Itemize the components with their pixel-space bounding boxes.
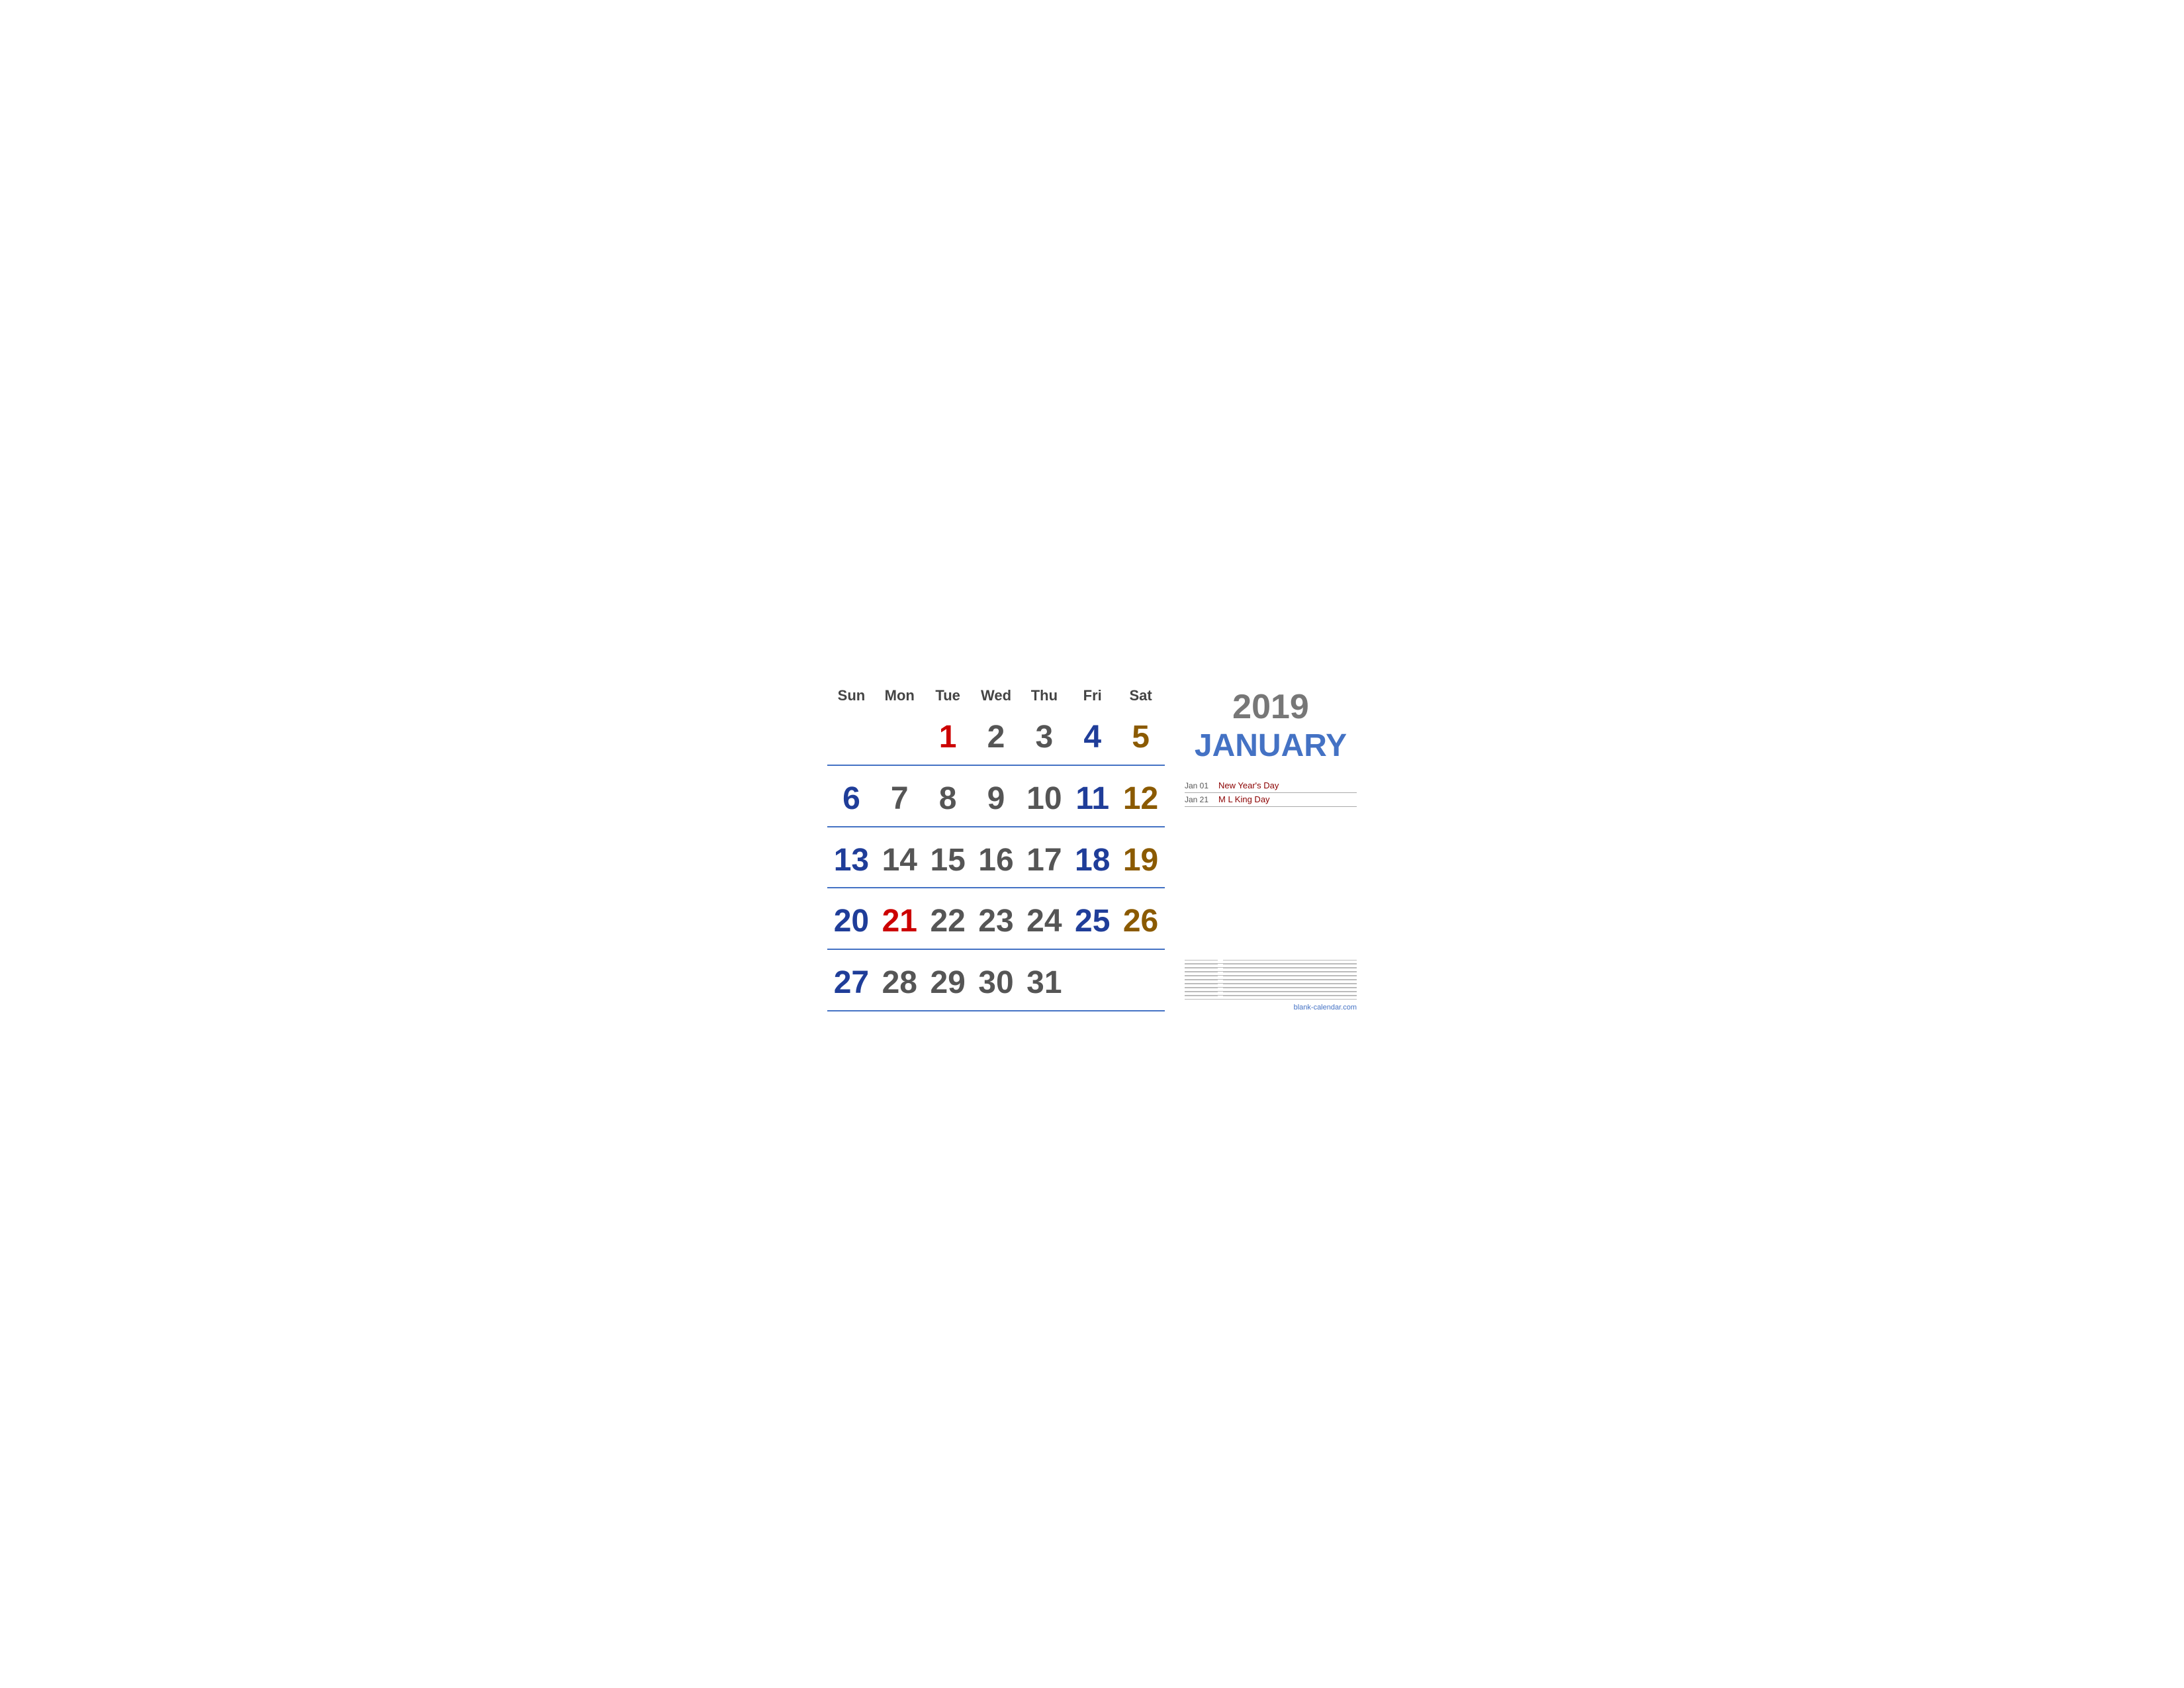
day-header-fri: Fri <box>1068 683 1116 708</box>
holiday-name: M L King Day <box>1218 794 1270 804</box>
day-header-tue: Tue <box>924 683 972 708</box>
day-header-wed: Wed <box>972 683 1021 708</box>
calendar-day-18: 18 <box>1068 837 1116 882</box>
note-text-line <box>1223 960 1357 961</box>
holiday-entry: Jan 01 New Year's Day <box>1185 780 1357 793</box>
calendar-day-10: 10 <box>1020 775 1068 821</box>
calendar-day-4: 4 <box>1068 714 1116 759</box>
calendar-day-empty <box>827 714 876 759</box>
calendar-day-25: 25 <box>1068 898 1116 943</box>
calendar-week-1: 12345 <box>827 714 1165 766</box>
calendar-day-27: 27 <box>827 959 876 1005</box>
calendar-day-6: 6 <box>827 775 876 821</box>
calendar-day-3: 3 <box>1020 714 1068 759</box>
day-headers-row: SunMonTueWedThuFriSat <box>827 683 1165 708</box>
calendar-day-20: 20 <box>827 898 876 943</box>
calendar-grid: 1234567891011121314151617181920212223242… <box>827 714 1165 1011</box>
calendar-day-11: 11 <box>1068 775 1116 821</box>
calendar-day-21: 21 <box>876 898 924 943</box>
calendar-day-17: 17 <box>1020 837 1068 882</box>
calendar-day-22: 22 <box>924 898 972 943</box>
calendar-page: SunMonTueWedThuFriSat 123456789101112131… <box>794 657 1390 1031</box>
calendar-day-28: 28 <box>876 959 924 1005</box>
holiday-date: Jan 01 <box>1185 781 1214 790</box>
calendar-day-14: 14 <box>876 837 924 882</box>
calendar-day-29: 29 <box>924 959 972 1005</box>
calendar-day-16: 16 <box>972 837 1021 882</box>
calendar-grid-section: SunMonTueWedThuFriSat 123456789101112131… <box>827 683 1165 1011</box>
calendar-info-section: 2019 JANUARY Jan 01 New Year's Day Jan 21 M… <box>1185 683 1357 1011</box>
note-date-line <box>1185 960 1218 961</box>
calendar-day-24: 24 <box>1020 898 1068 943</box>
day-header-sat: Sat <box>1116 683 1165 708</box>
holiday-date: Jan 21 <box>1185 795 1214 804</box>
calendar-week-3: 13141516171819 <box>827 837 1165 889</box>
calendar-day-empty <box>876 714 924 759</box>
watermark: blank-calendar.com <box>1185 1004 1357 1011</box>
calendar-day-5: 5 <box>1116 714 1165 759</box>
month-label: JANUARY <box>1185 727 1357 764</box>
day-header-sun: Sun <box>827 683 876 708</box>
notes-section <box>1185 960 1357 1000</box>
calendar-day-2: 2 <box>972 714 1021 759</box>
calendar-day-30: 30 <box>972 959 1021 1005</box>
calendar-day-empty <box>1068 959 1116 1005</box>
calendar-day-31: 31 <box>1020 959 1068 1005</box>
calendar-week-2: 6789101112 <box>827 775 1165 827</box>
day-header-mon: Mon <box>876 683 924 708</box>
calendar-day-1: 1 <box>924 714 972 759</box>
calendar-day-empty <box>1116 959 1165 1005</box>
holiday-entry: Jan 21 M L King Day <box>1185 794 1357 807</box>
note-row-9 <box>1185 996 1357 1000</box>
calendar-day-8: 8 <box>924 775 972 821</box>
holiday-name: New Year's Day <box>1218 780 1279 790</box>
calendar-day-12: 12 <box>1116 775 1165 821</box>
calendar-week-4: 20212223242526 <box>827 898 1165 950</box>
day-header-thu: Thu <box>1020 683 1068 708</box>
calendar-day-19: 19 <box>1116 837 1165 882</box>
calendar-week-5: 2728293031 <box>827 959 1165 1011</box>
calendar-day-13: 13 <box>827 837 876 882</box>
calendar-day-23: 23 <box>972 898 1021 943</box>
calendar-day-26: 26 <box>1116 898 1165 943</box>
holidays-section: Jan 01 New Year's Day Jan 21 M L King Day <box>1185 780 1357 957</box>
calendar-day-15: 15 <box>924 837 972 882</box>
calendar-day-9: 9 <box>972 775 1021 821</box>
calendar-day-7: 7 <box>876 775 924 821</box>
year-label: 2019 <box>1185 690 1357 724</box>
